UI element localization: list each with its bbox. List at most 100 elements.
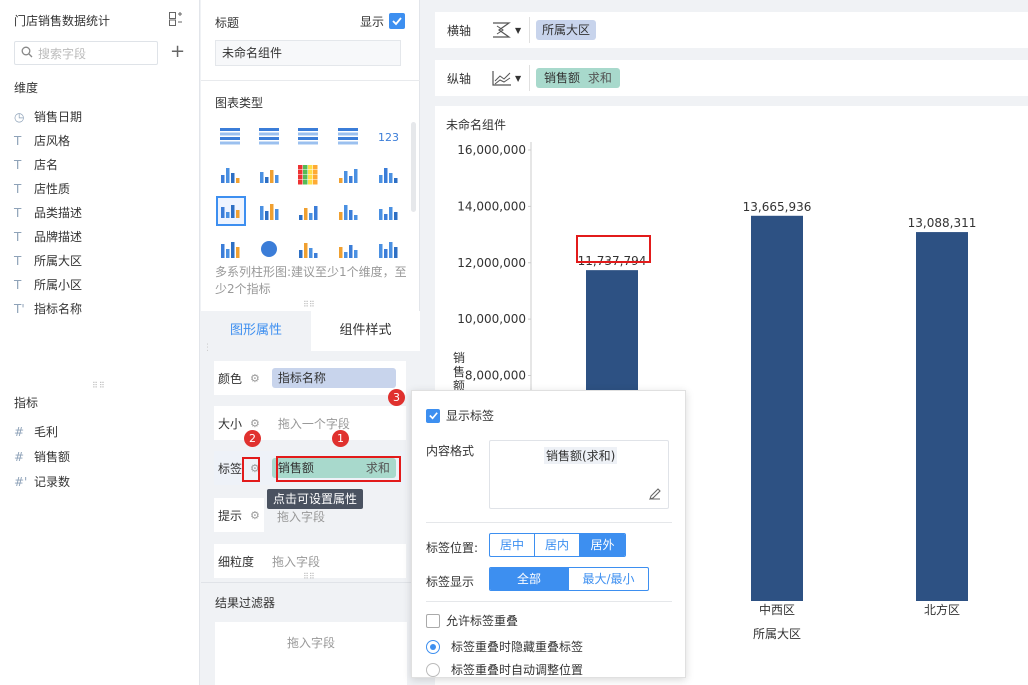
overlap-hide-text: 标签重叠时隐藏重叠标签 (451, 640, 584, 654)
dimension-label: 销售日期 (34, 110, 83, 124)
show-title-checkbox[interactable] (389, 13, 405, 29)
x-axis-label: 横轴 (447, 23, 472, 38)
chart-type-option[interactable] (376, 200, 400, 222)
chart-type-option[interactable] (218, 238, 242, 260)
dimension-item[interactable]: T 店名 (14, 154, 58, 176)
dimension-item[interactable]: T 店性质 (14, 178, 70, 200)
dimension-label: 店风格 (34, 134, 71, 148)
chart-type-option[interactable] (216, 196, 246, 226)
chart-type-option[interactable] (296, 125, 320, 147)
search-input[interactable]: 搜索字段 (14, 41, 158, 65)
chart-type-option[interactable] (257, 125, 281, 147)
size-gear-icon[interactable]: ⚙ (250, 417, 260, 430)
bar[interactable] (916, 232, 968, 601)
chart-type-option[interactable] (336, 125, 360, 147)
chart-type-option[interactable] (257, 163, 281, 185)
chart-type-option[interactable] (296, 163, 320, 185)
chart-type-option[interactable]: 123 (376, 125, 400, 147)
position-inside[interactable]: 居内 (535, 534, 580, 556)
check-icon (428, 412, 438, 420)
chart-type-option[interactable] (336, 163, 360, 185)
dimension-header: 维度 (14, 81, 39, 95)
overlap-hide-radio[interactable] (426, 639, 440, 654)
allow-overlap-checkbox[interactable] (426, 613, 440, 628)
measure-label: 记录数 (34, 475, 71, 489)
color-gear-icon[interactable]: ⚙ (250, 372, 260, 385)
show-title-label: 显示 (360, 15, 385, 29)
config-panel: 标题 显示 未命名组件 图表类型 123 多系列柱形图:建议至少1个维度，至少2… (201, 0, 420, 685)
position-outside[interactable]: 居外 (580, 534, 625, 556)
resize-handle[interactable]: ⠿⠿ (303, 300, 315, 309)
filter-drop-zone[interactable]: 拖入字段 (215, 622, 407, 685)
dimension-item[interactable]: T 所属小区 (14, 274, 82, 296)
x-field-pill[interactable]: 所属大区 (536, 20, 597, 40)
allow-overlap-text: 允许标签重叠 (446, 614, 519, 628)
text-type-icon: T (14, 206, 22, 220)
display-max-min[interactable]: 最大/最小 (569, 568, 648, 590)
tab-component-style[interactable]: 组件样式 (311, 311, 420, 351)
scrollbar[interactable] (411, 122, 416, 212)
hint-gear-icon[interactable]: ⚙ (250, 509, 260, 522)
measure-item[interactable]: # 销售额 (14, 446, 70, 468)
dimension-label: 指标名称 (34, 302, 83, 316)
edit-pen-icon[interactable] (648, 487, 662, 504)
chart-type-option[interactable] (218, 163, 242, 185)
dimension-item[interactable]: ◷ 销售日期 (14, 106, 82, 128)
badge-3: 3 (388, 389, 405, 406)
add-field-icon[interactable]: + (170, 43, 185, 61)
resize-handle[interactable]: ⋮ (203, 343, 212, 353)
label-settings-popup: 显示标签 内容格式 销售额(求和) 标签位置: 居中 居内 居外 标签显示 全部… (411, 390, 686, 678)
measure-item[interactable]: #' 记录数 (14, 471, 70, 493)
dimension-item[interactable]: T 所属大区 (14, 250, 82, 272)
text-type-icon: T (14, 254, 22, 268)
allow-overlap-row: 允许标签重叠 (426, 612, 518, 629)
granularity-drop-zone[interactable]: 拖入字段 (272, 553, 320, 570)
display-all[interactable]: 全部 (490, 568, 569, 590)
text-type-icon: T (14, 158, 22, 172)
chart-type-option[interactable] (376, 163, 400, 185)
dimension-item[interactable]: T 品牌描述 (14, 226, 82, 248)
dimension-label: 店性质 (34, 182, 71, 196)
title-input[interactable]: 未命名组件 (215, 40, 401, 66)
dimension-item[interactable]: T 品类描述 (14, 202, 82, 224)
show-label-text: 显示标签 (446, 409, 495, 423)
tab-graph-properties[interactable]: 图形属性 (201, 311, 311, 351)
bar[interactable] (751, 215, 803, 601)
dimension-item[interactable]: T' 指标名称 (14, 298, 82, 320)
x-axis-type-icon[interactable]: ▼ (491, 21, 529, 39)
dimension-item[interactable]: T 店风格 (14, 130, 70, 152)
chart-type-option[interactable] (296, 200, 320, 222)
chart-type-option[interactable] (336, 238, 360, 260)
chart-type-option[interactable] (296, 238, 320, 260)
y-field-pill[interactable]: 销售额 求和 (536, 68, 620, 88)
y-axis-shelf: 纵轴 ▼ 销售额 求和 (435, 60, 1028, 96)
overlap-auto-radio[interactable] (426, 662, 440, 677)
content-format-token: 销售额(求和) (544, 447, 618, 464)
tooltip: 点击可设置属性 (267, 489, 364, 509)
chart-type-option[interactable] (257, 238, 281, 260)
color-field-pill[interactable]: 指标名称 (271, 368, 396, 388)
chart-type-option[interactable] (336, 200, 360, 222)
content-format-editor[interactable]: 销售额(求和) (489, 440, 669, 509)
overlap-auto-text: 标签重叠时自动调整位置 (451, 663, 584, 677)
resize-handle[interactable]: ⠿⠿ (92, 381, 106, 390)
highlight-label-field (276, 456, 401, 482)
dimension-label: 品牌描述 (34, 230, 83, 244)
chart-type-option[interactable] (218, 125, 242, 147)
chart-type-option[interactable] (376, 238, 400, 260)
resize-handle[interactable]: ⠿⠿ (303, 572, 315, 581)
highlight-value-label (576, 235, 651, 263)
hash-icon: # (14, 425, 25, 439)
chart-type-option[interactable] (257, 200, 281, 222)
overlap-auto-row: 标签重叠时自动调整位置 (426, 661, 583, 678)
size-drop-zone[interactable]: 拖入一个字段 (278, 415, 350, 432)
text-type-icon: T' (14, 302, 25, 316)
hint-drop-zone[interactable]: 拖入字段 (277, 508, 325, 525)
switch-dataset-icon[interactable] (168, 11, 184, 27)
y-axis-type-icon[interactable]: ▼ (491, 69, 529, 87)
position-center[interactable]: 居中 (490, 534, 535, 556)
measure-header: 指标 (14, 396, 39, 410)
measure-item[interactable]: # 毛利 (14, 421, 58, 443)
show-label-checkbox[interactable] (426, 408, 440, 423)
size-row: 大小 ⚙ 拖入一个字段 (214, 406, 406, 440)
